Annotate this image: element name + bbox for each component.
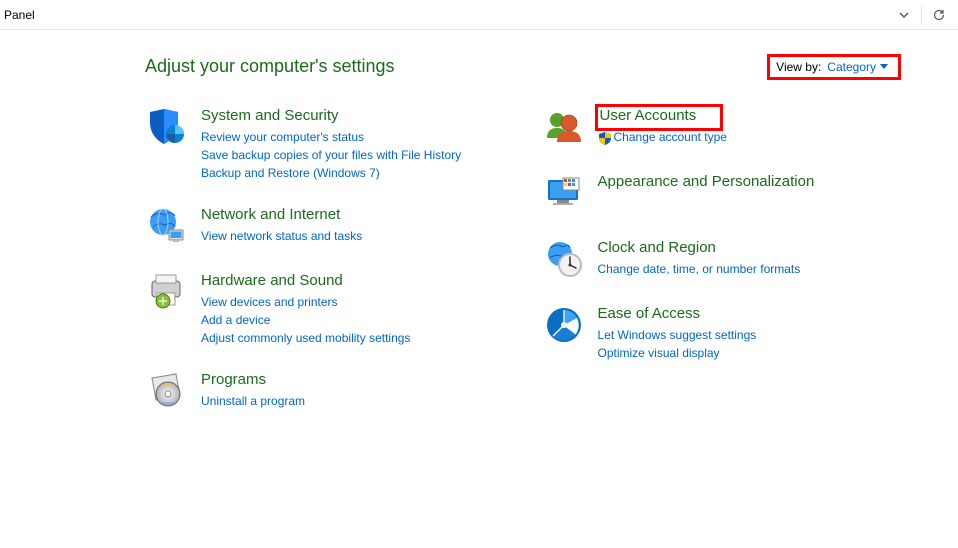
category-appearance: Appearance and Personalization [542, 171, 899, 215]
cd-box-icon [145, 369, 189, 413]
category-title[interactable]: Appearance and Personalization [598, 173, 815, 190]
titlebar: Panel [0, 0, 958, 30]
category-title[interactable]: Hardware and Sound [201, 272, 343, 289]
category-user-accounts: User Accounts Change account type [542, 105, 899, 149]
globe-clock-icon [542, 237, 586, 281]
ease-of-access-icon [542, 303, 586, 347]
refresh-icon[interactable] [924, 1, 954, 29]
link-change-account-type[interactable]: Change account type [598, 128, 727, 146]
link-network-status[interactable]: View network status and tasks [201, 227, 362, 245]
people-icon [542, 105, 586, 149]
monitor-palette-icon [542, 171, 586, 215]
view-by-value-text: Category [827, 60, 876, 74]
divider [921, 5, 922, 25]
category-programs: Programs Uninstall a program [145, 369, 502, 413]
window-title: Panel [4, 8, 889, 22]
page-title: Adjust your computer's settings [145, 56, 770, 77]
link-suggest-settings[interactable]: Let Windows suggest settings [598, 326, 757, 344]
category-hardware: Hardware and Sound View devices and prin… [145, 270, 502, 347]
view-by-control[interactable]: View by: Category [770, 57, 898, 77]
category-title[interactable]: Clock and Region [598, 239, 716, 256]
link-file-history[interactable]: Save backup copies of your files with Fi… [201, 146, 461, 164]
link-mobility-settings[interactable]: Adjust commonly used mobility settings [201, 329, 410, 347]
link-review-status[interactable]: Review your computer's status [201, 128, 461, 146]
category-system-security: System and Security Review your computer… [145, 105, 502, 182]
category-title[interactable]: User Accounts [600, 107, 697, 124]
header-row: Adjust your computer's settings View by:… [145, 56, 898, 77]
link-uninstall[interactable]: Uninstall a program [201, 392, 305, 410]
category-network: Network and Internet View network status… [145, 204, 502, 248]
category-title[interactable]: Network and Internet [201, 206, 340, 223]
category-title[interactable]: System and Security [201, 107, 339, 124]
category-ease-of-access: Ease of Access Let Windows suggest setti… [542, 303, 899, 362]
link-text: Change account type [614, 130, 727, 144]
category-clock: Clock and Region Change date, time, or n… [542, 237, 899, 281]
category-title[interactable]: Ease of Access [598, 305, 701, 322]
category-title[interactable]: Programs [201, 371, 266, 388]
globe-network-icon [145, 204, 189, 248]
content-area: Adjust your computer's settings View by:… [0, 30, 958, 435]
uac-shield-icon [598, 131, 612, 145]
category-columns: System and Security Review your computer… [145, 105, 898, 435]
chevron-down-icon [880, 64, 888, 70]
left-column: System and Security Review your computer… [145, 105, 502, 435]
link-optimize-display[interactable]: Optimize visual display [598, 344, 757, 362]
shield-icon [145, 105, 189, 149]
link-date-time-formats[interactable]: Change date, time, or number formats [598, 260, 801, 278]
highlight-user-accounts: User Accounts [598, 107, 721, 128]
view-by-value[interactable]: Category [827, 60, 888, 74]
chevron-down-icon[interactable] [889, 1, 919, 29]
link-devices-printers[interactable]: View devices and printers [201, 293, 410, 311]
right-column: User Accounts Change account type [542, 105, 899, 435]
view-by-label: View by: [776, 60, 821, 74]
link-add-device[interactable]: Add a device [201, 311, 410, 329]
link-backup-restore[interactable]: Backup and Restore (Windows 7) [201, 164, 461, 182]
printer-icon [145, 270, 189, 314]
